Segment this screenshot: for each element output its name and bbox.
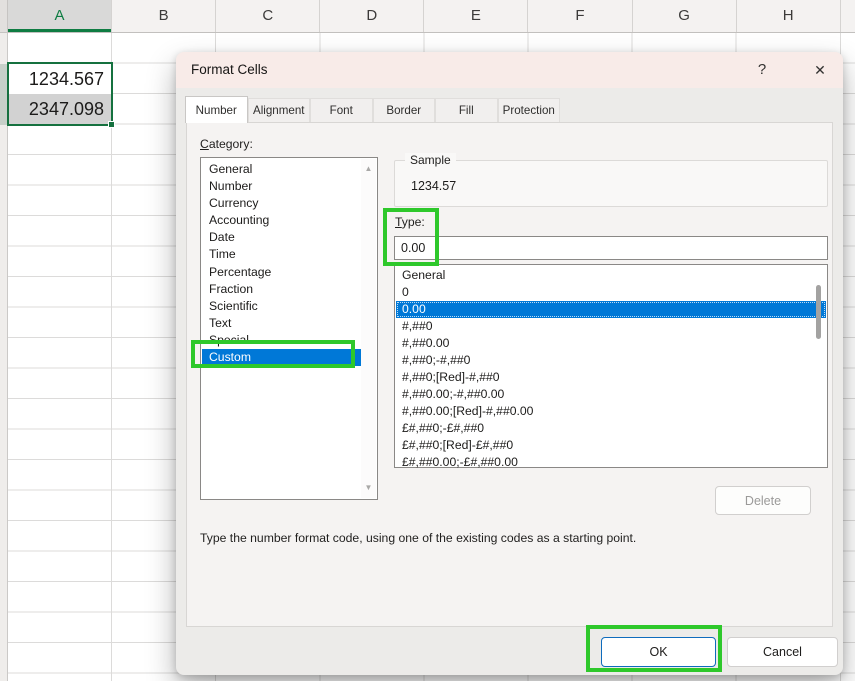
tab-alignment[interactable]: Alignment (248, 98, 311, 122)
column-header-g[interactable]: G (633, 0, 737, 32)
type-code-item[interactable]: #,##0 (396, 318, 826, 335)
type-code-items: General 0 0.00 #,##0 #,##0.00 #,##0;-#,#… (396, 267, 826, 471)
tab-font[interactable]: Font (310, 98, 373, 122)
type-input[interactable] (394, 236, 828, 260)
category-item-text[interactable]: Text (202, 315, 361, 332)
sample-value: 1234.57 (411, 179, 456, 193)
type-code-item[interactable]: #,##0.00 (396, 335, 826, 352)
type-code-item[interactable]: #,##0.00;-#,##0.00 (396, 386, 826, 403)
type-code-item-selected[interactable]: 0.00 (396, 301, 826, 318)
help-button[interactable]: ? (746, 52, 778, 88)
category-label: Category: (200, 137, 253, 151)
category-items: General Number Currency Accounting Date … (202, 161, 361, 366)
category-item-general[interactable]: General (202, 161, 361, 178)
type-code-item[interactable]: £#,##0;[Red]-£#,##0 (396, 437, 826, 454)
category-scrollbar[interactable]: ▲ ▼ (361, 159, 376, 498)
row-header-strip (0, 33, 8, 681)
category-item-fraction[interactable]: Fraction (202, 281, 361, 298)
annotation-box-type-field (383, 208, 439, 266)
column-header-d[interactable]: D (320, 0, 424, 32)
tab-border[interactable]: Border (373, 98, 436, 122)
fill-handle[interactable] (108, 121, 115, 128)
category-item-time[interactable]: Time (202, 246, 361, 263)
number-tab-page: Category: General Number Currency Accoun… (186, 122, 833, 627)
column-header-f[interactable]: F (528, 0, 632, 32)
delete-button[interactable]: Delete (715, 486, 811, 515)
dialog-title: Format Cells (191, 52, 268, 88)
column-header-e[interactable]: E (424, 0, 528, 32)
annotation-box-custom-category (191, 340, 355, 368)
column-header-row: A B C D E F G H (8, 0, 855, 33)
close-icon[interactable]: ✕ (804, 52, 836, 88)
type-code-item[interactable]: #,##0;-#,##0 (396, 352, 826, 369)
scroll-down-icon[interactable]: ▼ (361, 480, 376, 496)
cancel-button[interactable]: Cancel (727, 637, 838, 667)
sample-legend: Sample (405, 153, 456, 167)
custom-format-description: Type the number format code, using one o… (200, 531, 636, 545)
type-code-item[interactable]: #,##0.00;[Red]-#,##0.00 (396, 403, 826, 420)
category-item-accounting[interactable]: Accounting (202, 212, 361, 229)
category-item-number[interactable]: Number (202, 178, 361, 195)
dialog-tab-strip: Number Alignment Font Border Fill Protec… (185, 97, 560, 123)
category-item-date[interactable]: Date (202, 229, 361, 246)
column-header-filler (841, 0, 855, 32)
scroll-up-icon[interactable]: ▲ (361, 161, 376, 177)
tab-protection[interactable]: Protection (498, 98, 561, 122)
column-header-h[interactable]: H (737, 0, 841, 32)
column-header-b[interactable]: B (112, 0, 216, 32)
category-item-percentage[interactable]: Percentage (202, 264, 361, 281)
selection-border (7, 62, 113, 126)
format-cells-dialog: Format Cells ? ✕ Number Alignment Font B… (176, 52, 843, 675)
column-header-c[interactable]: C (216, 0, 320, 32)
type-code-item[interactable]: £#,##0;-£#,##0 (396, 420, 826, 437)
category-item-scientific[interactable]: Scientific (202, 298, 361, 315)
excel-window: A B C D E F G H 1234.567 2347.098 Format… (0, 0, 855, 681)
type-code-item[interactable]: #,##0;[Red]-#,##0 (396, 369, 826, 386)
type-list-scrollbar-thumb[interactable] (816, 285, 821, 339)
tab-fill[interactable]: Fill (435, 98, 498, 122)
type-code-item[interactable]: 0 (396, 284, 826, 301)
category-listbox: General Number Currency Accounting Date … (200, 157, 378, 500)
tab-number[interactable]: Number (185, 96, 248, 123)
type-code-item[interactable]: General (396, 267, 826, 284)
type-code-item[interactable]: £#,##0.00;-£#,##0.00 (396, 454, 826, 471)
dialog-titlebar[interactable]: Format Cells ? ✕ (176, 52, 843, 88)
type-code-listbox: General 0 0.00 #,##0 #,##0.00 #,##0;-#,#… (394, 264, 828, 468)
sample-group: Sample 1234.57 (394, 160, 828, 207)
annotation-box-ok-button (586, 625, 722, 672)
column-header-a[interactable]: A (8, 0, 112, 32)
category-item-currency[interactable]: Currency (202, 195, 361, 212)
select-all-corner[interactable] (0, 0, 8, 33)
